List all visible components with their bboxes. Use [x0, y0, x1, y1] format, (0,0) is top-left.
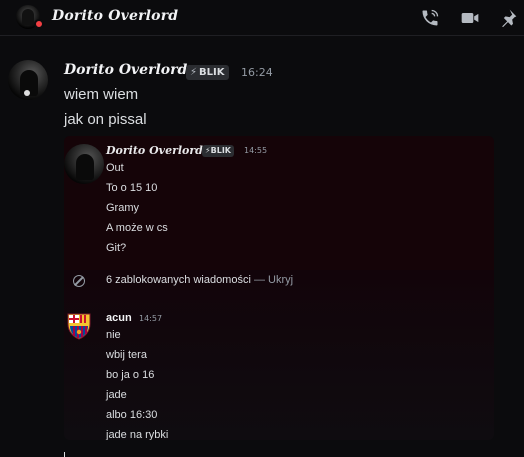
fc-barcelona-crest-icon: [66, 312, 92, 340]
forwarded-author: Dorito Overlord: [106, 144, 203, 157]
forwarded-line: Gramy: [106, 202, 139, 214]
blocked-separator: —: [253, 274, 265, 286]
author-avatar[interactable]: [8, 60, 48, 100]
blocked-messages-text: 6 zablokowanych wiadomości — Ukryj: [106, 274, 293, 286]
hide-blocked-link: Ukryj: [268, 274, 294, 286]
reply-line: jade: [106, 389, 127, 401]
clan-tag-label: BLIK: [199, 67, 225, 78]
blocked-count-label: 6 zablokowanych wiadomości: [106, 274, 251, 286]
message-line: jak on pissal: [64, 111, 147, 128]
reply-line: nie: [106, 329, 121, 341]
forwarded-author-avatar: [64, 144, 104, 184]
video-camera-icon[interactable]: [460, 8, 480, 28]
reply-timestamp: 14:57: [139, 314, 163, 323]
message-line: wiem wiem: [64, 86, 139, 103]
phone-icon[interactable]: [420, 8, 440, 28]
bolt-icon: ⚡: [190, 67, 198, 78]
clan-tag[interactable]: ⚡ BLIK: [186, 65, 229, 80]
forwarded-line: To o 15 10: [106, 182, 158, 194]
forwarded-line: A może w cs: [106, 222, 168, 234]
message-timestamp: 16:24: [241, 66, 273, 79]
forwarded-clan-tag-label: BLIK: [210, 146, 231, 155]
message-author[interactable]: Dorito Overlord: [64, 62, 187, 78]
forwarded-clan-tag: ⚡BLIK: [202, 145, 234, 157]
reply-line: wbij tera: [106, 349, 147, 361]
channel-title[interactable]: Dorito Overlord: [52, 8, 178, 24]
forwarded-timestamp: 14:55: [244, 146, 268, 155]
reply-author: acun: [106, 312, 132, 324]
next-message-fragment: [64, 452, 65, 457]
channel-header: Dorito Overlord: [0, 0, 524, 36]
forwarded-line: Git?: [106, 242, 127, 254]
reply-line: albo 16:30: [106, 409, 158, 421]
forwarded-line: Out: [106, 162, 124, 174]
reply-line: bo ja o 16: [106, 369, 155, 381]
blocked-icon: [73, 275, 85, 287]
blocked-messages-row: 6 zablokowanych wiadomości — Ukryj: [64, 270, 494, 294]
forwarded-messages-embed[interactable]: Dorito Overlord ⚡BLIK 14:55 Out To o 15 …: [64, 136, 494, 440]
dnd-status-icon: [34, 19, 44, 29]
reply-line: jade na rybki: [106, 429, 169, 440]
pin-icon[interactable]: [498, 8, 518, 28]
